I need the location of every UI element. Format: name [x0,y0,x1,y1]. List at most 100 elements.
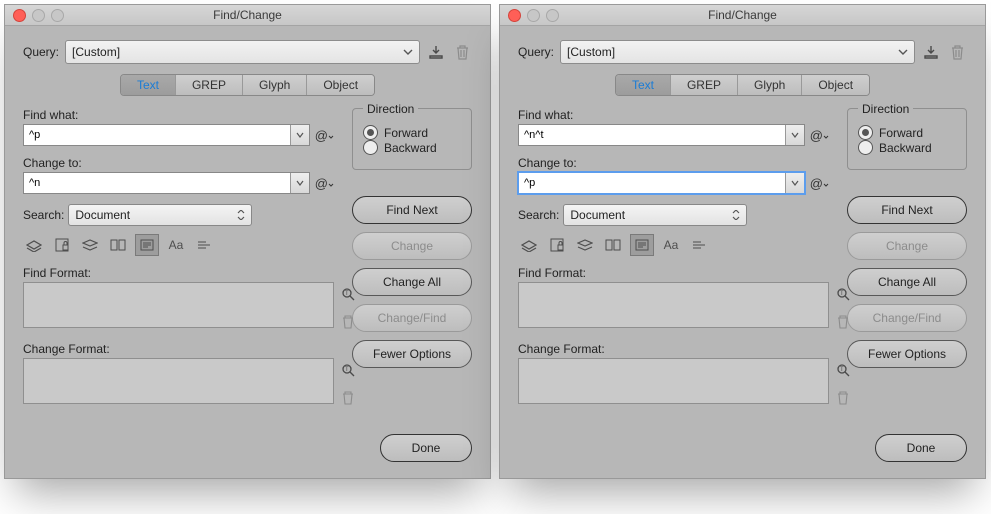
find-what-value[interactable] [519,125,785,145]
search-scope-value: Document [570,208,625,222]
change-find-button[interactable]: Change/Find [847,304,967,332]
clear-format-icon[interactable] [338,312,358,332]
query-select[interactable]: [Custom] [65,40,420,64]
tab-text[interactable]: Text [121,75,176,95]
done-button[interactable]: Done [875,434,967,462]
zoom-window-button[interactable] [546,9,559,22]
change-all-button[interactable]: Change All [352,268,472,296]
case-sensitive-icon[interactable]: Aa [660,235,682,255]
svg-text:T: T [345,367,349,373]
tab-glyph[interactable]: Glyph [738,75,802,95]
direction-backward-radio[interactable]: Backward [363,140,461,155]
query-select[interactable]: [Custom] [560,40,915,64]
special-chars-icon[interactable]: @ [810,128,829,143]
find-next-button[interactable]: Find Next [847,196,967,224]
chevron-down-icon[interactable] [290,125,309,145]
query-label: Query: [518,45,554,59]
minimize-window-button[interactable] [32,9,45,22]
search-label: Search: [23,208,64,222]
find-what-input[interactable] [518,124,805,146]
chevron-down-icon[interactable] [785,125,804,145]
clear-format-icon[interactable] [833,388,853,408]
save-query-icon[interactable] [426,42,446,62]
locked-stories-icon[interactable] [51,235,73,255]
change-format-label: Change Format: [518,342,829,356]
change-button[interactable]: Change [352,232,472,260]
titlebar: Find/Change [5,5,490,26]
master-pages-icon[interactable] [107,235,129,255]
delete-query-icon[interactable] [452,42,472,62]
tab-grep[interactable]: GREP [176,75,243,95]
change-find-button[interactable]: Change/Find [352,304,472,332]
radio-icon [363,140,378,155]
done-button[interactable]: Done [380,434,472,462]
search-scope-select[interactable]: Document [68,204,252,226]
specify-format-icon[interactable]: T [338,284,358,304]
whole-word-icon[interactable] [193,235,215,255]
whole-word-icon[interactable] [688,235,710,255]
specify-format-icon[interactable]: T [833,360,853,380]
change-to-input[interactable] [23,172,310,194]
find-next-button[interactable]: Find Next [352,196,472,224]
search-scope-select[interactable]: Document [563,204,747,226]
case-sensitive-icon[interactable]: Aa [165,235,187,255]
hidden-layers-icon[interactable] [574,235,596,255]
delete-query-icon[interactable] [947,42,967,62]
clear-format-icon[interactable] [338,388,358,408]
change-format-box[interactable] [518,358,829,404]
chevron-down-icon[interactable] [785,173,804,193]
find-what-input[interactable] [23,124,310,146]
tab-grep[interactable]: GREP [671,75,738,95]
change-format-box[interactable] [23,358,334,404]
clear-format-icon[interactable] [833,312,853,332]
tab-object[interactable]: Object [802,75,869,95]
change-to-input[interactable] [518,172,805,194]
window-title: Find/Change [213,8,282,22]
tab-object[interactable]: Object [307,75,374,95]
fewer-options-button[interactable]: Fewer Options [847,340,967,368]
direction-forward-radio[interactable]: Forward [858,125,956,140]
svg-text:T: T [840,291,844,297]
footnotes-icon[interactable] [135,234,159,256]
save-query-icon[interactable] [921,42,941,62]
svg-text:T: T [345,291,349,297]
specify-format-icon[interactable]: T [338,360,358,380]
find-format-box[interactable] [518,282,829,328]
radio-icon [363,125,378,140]
special-chars-icon[interactable]: @ [810,176,829,191]
chevron-down-icon [898,47,908,57]
specify-format-icon[interactable]: T [833,284,853,304]
locked-stories-icon[interactable] [546,235,568,255]
chevron-down-icon[interactable] [290,173,309,193]
minimize-window-button[interactable] [527,9,540,22]
change-all-button[interactable]: Change All [847,268,967,296]
change-to-value[interactable] [24,173,290,193]
change-button[interactable]: Change [847,232,967,260]
tab-text[interactable]: Text [616,75,671,95]
query-value: [Custom] [567,45,615,59]
direction-backward-radio[interactable]: Backward [858,140,956,155]
direction-group: Direction Forward Backward [847,108,967,170]
close-window-button[interactable] [13,9,26,22]
direction-title: Direction [858,102,913,116]
find-format-label: Find Format: [518,266,829,280]
radio-icon [858,140,873,155]
direction-forward-radio[interactable]: Forward [363,125,461,140]
close-window-button[interactable] [508,9,521,22]
footnotes-icon[interactable] [630,234,654,256]
radio-icon [858,125,873,140]
locked-layers-icon[interactable] [23,235,45,255]
special-chars-icon[interactable]: @ [315,176,334,191]
zoom-window-button[interactable] [51,9,64,22]
change-to-value[interactable] [519,173,785,193]
master-pages-icon[interactable] [602,235,624,255]
query-label: Query: [23,45,59,59]
find-format-box[interactable] [23,282,334,328]
tab-glyph[interactable]: Glyph [243,75,307,95]
special-chars-icon[interactable]: @ [315,128,334,143]
find-change-window: Find/Change Query: [Custom] TextGREPGlyp… [4,4,491,479]
locked-layers-icon[interactable] [518,235,540,255]
fewer-options-button[interactable]: Fewer Options [352,340,472,368]
hidden-layers-icon[interactable] [79,235,101,255]
find-what-value[interactable] [24,125,290,145]
